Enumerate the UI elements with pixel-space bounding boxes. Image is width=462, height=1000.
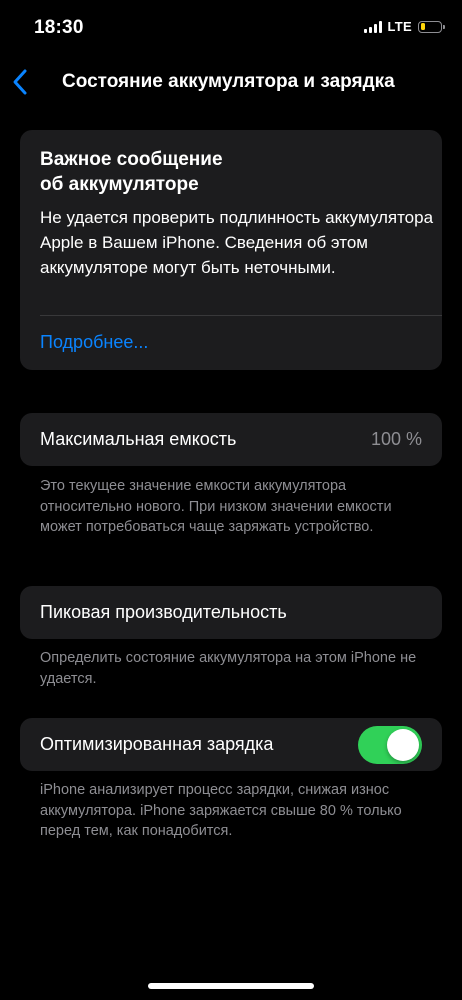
network-type: LTE xyxy=(387,19,412,34)
message-title-line-2: об аккумуляторе xyxy=(40,174,199,195)
cellular-signal-icon xyxy=(363,20,382,33)
battery-level xyxy=(420,23,425,30)
message-body: Не удается проверить подлинность аккумул… xyxy=(40,208,434,277)
optimized-charging-toggle[interactable] xyxy=(358,726,422,764)
optimized-charging-row: Оптимизированная зарядка xyxy=(20,718,442,771)
optimized-charging-label: Оптимизированная зарядка xyxy=(40,734,274,754)
peak-performance-note: Определить состояние аккумулятора на это… xyxy=(40,650,417,687)
optimized-charging-note: iPhone анализирует процесс зарядки, сниж… xyxy=(40,782,402,839)
page-title: Состояние аккумулятора и зарядка xyxy=(62,71,395,92)
message-title: Важное сообщение об аккумуляторе xyxy=(40,147,430,197)
status-time: 18:30 xyxy=(34,17,84,38)
max-capacity-label: Максимальная емкость xyxy=(40,429,237,449)
max-capacity-row: Максимальная емкость 100 % xyxy=(20,413,442,466)
battery-message-card: Важное сообщение об аккумуляторе Не удае… xyxy=(20,130,442,370)
divider xyxy=(40,315,442,316)
max-capacity-note: Это текущее значение емкости аккумулятор… xyxy=(40,478,392,535)
max-capacity-value: 100 % xyxy=(370,429,422,449)
message-title-line-1: Важное сообщение xyxy=(40,149,223,170)
home-indicator[interactable] xyxy=(148,983,314,989)
navigation-bar: Состояние аккумулятора и зарядка xyxy=(0,58,462,106)
status-indicators: LTE xyxy=(363,19,445,34)
peak-performance-label: Пиковая производительность xyxy=(40,602,287,622)
peak-performance-row: Пиковая производительность xyxy=(20,586,442,639)
chevron-left-icon[interactable] xyxy=(10,68,30,96)
learn-more-link[interactable]: Подробнее... xyxy=(40,332,148,353)
toggle-knob xyxy=(387,729,419,761)
status-bar: 18:30 LTE xyxy=(0,0,462,58)
battery-icon xyxy=(418,20,445,33)
